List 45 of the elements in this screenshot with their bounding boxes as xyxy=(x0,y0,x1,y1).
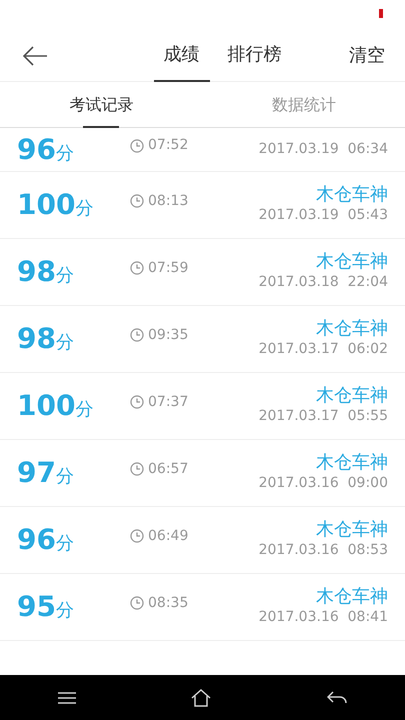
score-text: 97分 xyxy=(17,459,75,487)
score-text: 100分 xyxy=(17,191,94,219)
clock-icon xyxy=(130,395,144,409)
duration-text: 09:35 xyxy=(148,326,188,344)
back-arrow-icon xyxy=(22,46,48,66)
name-text: 木仓车神 xyxy=(315,452,388,474)
clear-button[interactable]: 清空 xyxy=(349,42,405,69)
clock-icon xyxy=(130,138,144,152)
date-text: 2017.03.19 06:34 xyxy=(258,140,388,159)
score-text: 100分 xyxy=(17,392,94,420)
duration-text: 06:49 xyxy=(148,526,188,546)
tab[interactable]: 考试记录 xyxy=(0,82,202,128)
score-text: 96分 xyxy=(17,136,75,164)
name-text: 木仓车神 xyxy=(315,184,388,206)
date-text: 2017.03.16 08:53 xyxy=(258,541,388,560)
tab[interactable]: 成绩 xyxy=(154,30,210,82)
status-indicator-icon xyxy=(379,9,383,18)
tab[interactable]: 排行榜 xyxy=(218,30,292,82)
duration-text: 08:13 xyxy=(148,192,188,210)
name-text: 木仓车神 xyxy=(315,384,388,406)
name-text: 木仓车神 xyxy=(315,518,388,540)
date-text: 2017.03.18 22:04 xyxy=(258,273,388,292)
date-text: 2017.03.19 05:43 xyxy=(258,206,388,226)
name-text: 木仓车神 xyxy=(315,318,388,340)
date-text: 2017.03.17 05:55 xyxy=(258,407,388,426)
clock-icon xyxy=(130,328,144,342)
score-text: 96分 xyxy=(17,526,75,554)
date-text: 2017.03.16 08:41 xyxy=(258,608,388,628)
duration-text: 06:57 xyxy=(148,460,188,478)
score-text: 95分 xyxy=(17,593,75,621)
duration-text: 07:59 xyxy=(148,258,188,278)
duration-text: 07:37 xyxy=(148,392,188,412)
score-text: 98分 xyxy=(17,258,75,286)
clock-icon xyxy=(130,529,144,543)
score-text: 98分 xyxy=(17,325,75,353)
date-text: 2017.03.17 06:02 xyxy=(258,340,388,360)
clock-icon xyxy=(130,194,144,208)
date-text: 2017.03.16 09:00 xyxy=(258,474,388,494)
duration-text: 07:52 xyxy=(148,136,188,155)
clock-icon xyxy=(130,462,144,476)
name-text: 木仓车神 xyxy=(315,250,388,272)
clock-icon xyxy=(130,596,144,610)
name-text: 木仓车神 xyxy=(315,586,388,608)
clock-icon xyxy=(130,261,144,275)
duration-text: 08:35 xyxy=(148,594,188,612)
